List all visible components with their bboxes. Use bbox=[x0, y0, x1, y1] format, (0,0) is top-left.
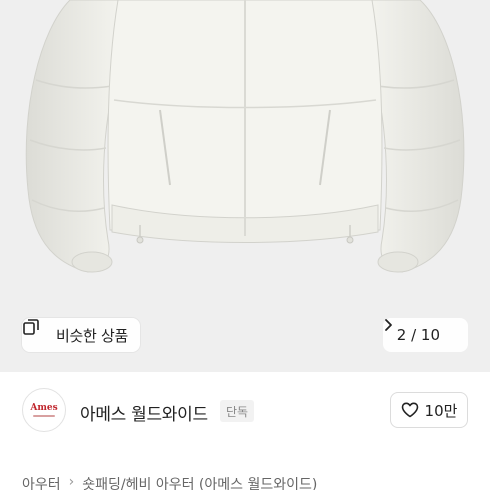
chevron-right-icon bbox=[384, 319, 458, 342]
similar-products-icon bbox=[23, 319, 50, 344]
similar-products-button[interactable]: 비슷한 상품 bbox=[22, 318, 140, 352]
breadcrumb-level1[interactable]: 아우터 bbox=[22, 474, 61, 490]
like-count: 10만 bbox=[424, 401, 458, 420]
brand-logo-underline bbox=[33, 414, 55, 417]
like-button[interactable]: 10만 bbox=[390, 392, 468, 428]
brand-name[interactable]: 아메스 월드와이드 bbox=[80, 400, 208, 425]
brand-logo-text: Ames bbox=[30, 402, 58, 413]
product-image-gallery[interactable]: 비슷한 상품 2 / 10 bbox=[0, 0, 490, 372]
exclusive-badge: 단독 bbox=[220, 400, 255, 422]
breadcrumb-level2[interactable]: 숏패딩/헤비 아우터 (아메스 월드와이드) bbox=[82, 474, 317, 490]
brand-logo[interactable]: Ames bbox=[22, 388, 66, 432]
brand-row[interactable]: Ames 아메스 월드와이드 단독 10만 bbox=[0, 372, 490, 450]
image-page-counter[interactable]: 2 / 10 bbox=[382, 318, 468, 352]
breadcrumb-separator-icon: › bbox=[68, 474, 75, 490]
heart-icon bbox=[401, 402, 419, 418]
product-image bbox=[25, 0, 465, 273]
page-counter-text: 2 / 10 bbox=[396, 326, 440, 344]
similar-products-label: 비슷한 상품 bbox=[56, 326, 128, 345]
breadcrumb: 아우터 › 숏패딩/헤비 아우터 (아메스 월드와이드) bbox=[22, 474, 317, 490]
